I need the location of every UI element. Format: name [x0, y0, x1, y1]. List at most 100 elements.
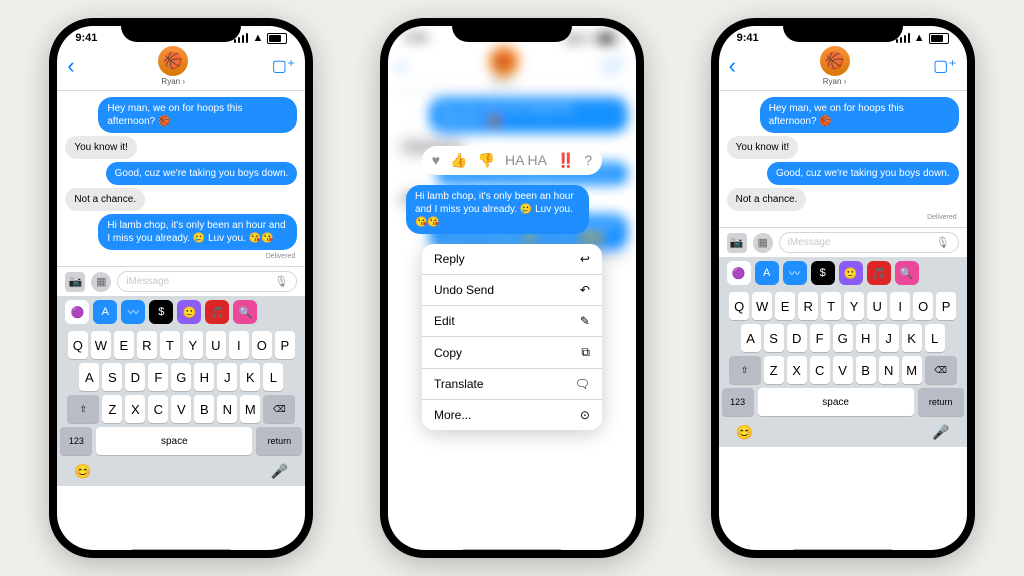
key-D[interactable]: D [787, 324, 807, 352]
back-button[interactable]: ‹ [729, 53, 736, 79]
facetime-button[interactable]: ▢⁺ [272, 56, 296, 76]
key-I[interactable]: I [229, 331, 249, 359]
contact-header[interactable]: 🏀 Ryan › [820, 46, 850, 86]
app-icon[interactable]: 〰 [783, 261, 807, 285]
message-bubble[interactable]: Hey man, we on for hoops this afternoon?… [98, 97, 297, 133]
key-J[interactable]: J [217, 363, 237, 391]
key-L[interactable]: L [925, 324, 945, 352]
key-X[interactable]: X [125, 395, 145, 423]
message-bubble[interactable]: Hi lamb chop, it's only been an hour and… [98, 214, 297, 250]
key-shift[interactable]: ⇧ [67, 395, 99, 423]
message-bubble[interactable]: Good, cuz we're taking you boys down. [767, 162, 959, 185]
message-bubble[interactable]: You know it! [65, 136, 137, 159]
app-icon[interactable]: 🙂 [177, 300, 201, 324]
app-icon[interactable]: 🎵 [205, 300, 229, 324]
message-bubble[interactable]: Good, cuz we're taking you boys down. [106, 162, 298, 185]
key-M[interactable]: M [240, 395, 260, 423]
app-icon[interactable]: A [93, 300, 117, 324]
key-A[interactable]: A [741, 324, 761, 352]
key-R[interactable]: R [137, 331, 157, 359]
apps-button[interactable]: ▦ [753, 233, 773, 253]
key-Y[interactable]: Y [844, 292, 864, 320]
key-B[interactable]: B [194, 395, 214, 423]
key-Z[interactable]: Z [764, 356, 784, 384]
key-S[interactable]: S [102, 363, 122, 391]
app-icon[interactable]: 🔍 [895, 261, 919, 285]
mic-icon[interactable]: 🎙 [274, 275, 288, 288]
tapback-option[interactable]: 👎 [478, 152, 495, 169]
key-K[interactable]: K [240, 363, 260, 391]
key-emoji[interactable]: 😊 [736, 424, 753, 441]
key-A[interactable]: A [79, 363, 99, 391]
key-dictation[interactable]: 🎤 [271, 463, 288, 480]
tapback-option[interactable]: ♥ [432, 152, 440, 169]
message-bubble[interactable]: You know it! [727, 136, 799, 159]
message-input[interactable]: iMessage 🎙 [117, 271, 297, 292]
key-C[interactable]: C [810, 356, 830, 384]
app-icon[interactable]: 🔍 [233, 300, 257, 324]
app-icon[interactable]: $ [811, 261, 835, 285]
app-icon[interactable]: 🎵 [867, 261, 891, 285]
back-button[interactable]: ‹ [67, 53, 74, 79]
key-P[interactable]: P [275, 331, 295, 359]
key-N[interactable]: N [217, 395, 237, 423]
focused-message-bubble[interactable]: Hi lamb chop, it's only been an hour and… [406, 185, 589, 234]
key-W[interactable]: W [91, 331, 111, 359]
key-dictation[interactable]: 🎤 [932, 424, 949, 441]
key-K[interactable]: K [902, 324, 922, 352]
key-H[interactable]: H [194, 363, 214, 391]
key-E[interactable]: E [775, 292, 795, 320]
app-icon[interactable]: A [755, 261, 779, 285]
key-emoji[interactable]: 😊 [74, 463, 91, 480]
menu-item-more-[interactable]: More...⊙ [422, 400, 602, 430]
key-123[interactable]: 123 [722, 388, 754, 416]
key-return[interactable]: return [918, 388, 964, 416]
key-O[interactable]: O [913, 292, 933, 320]
menu-item-translate[interactable]: Translate🗨 [422, 369, 602, 400]
key-Q[interactable]: Q [68, 331, 88, 359]
tapback-option[interactable]: 👍 [450, 152, 467, 169]
key-M[interactable]: M [902, 356, 922, 384]
camera-button[interactable]: 📷 [65, 272, 85, 292]
message-bubble[interactable]: Hey man, we on for hoops this afternoon?… [760, 97, 959, 133]
key-V[interactable]: V [171, 395, 191, 423]
app-icon[interactable]: $ [149, 300, 173, 324]
tapback-option[interactable]: HA HA [505, 152, 547, 169]
tapback-option[interactable]: ? [584, 152, 592, 169]
key-J[interactable]: J [879, 324, 899, 352]
key-V[interactable]: V [833, 356, 853, 384]
mic-icon[interactable]: 🎙 [936, 236, 950, 249]
key-P[interactable]: P [936, 292, 956, 320]
menu-item-reply[interactable]: Reply↩ [422, 244, 602, 275]
key-T[interactable]: T [821, 292, 841, 320]
key-Z[interactable]: Z [102, 395, 122, 423]
key-space[interactable]: space [758, 388, 914, 416]
key-space[interactable]: space [96, 427, 252, 455]
key-X[interactable]: X [787, 356, 807, 384]
key-delete[interactable]: ⌫ [925, 356, 957, 384]
key-return[interactable]: return [256, 427, 302, 455]
app-icon[interactable]: 🙂 [839, 261, 863, 285]
key-G[interactable]: G [833, 324, 853, 352]
key-F[interactable]: F [810, 324, 830, 352]
key-D[interactable]: D [125, 363, 145, 391]
menu-item-undo-send[interactable]: Undo Send↶ [422, 275, 602, 306]
key-C[interactable]: C [148, 395, 168, 423]
key-Y[interactable]: Y [183, 331, 203, 359]
message-input[interactable]: iMessage 🎙 [779, 232, 959, 253]
key-R[interactable]: R [798, 292, 818, 320]
menu-item-copy[interactable]: Copy⧉ [422, 337, 602, 369]
app-icon[interactable]: 🟣 [65, 300, 89, 324]
key-F[interactable]: F [148, 363, 168, 391]
key-delete[interactable]: ⌫ [263, 395, 295, 423]
key-T[interactable]: T [160, 331, 180, 359]
key-123[interactable]: 123 [60, 427, 92, 455]
key-O[interactable]: O [252, 331, 272, 359]
key-E[interactable]: E [114, 331, 134, 359]
key-I[interactable]: I [890, 292, 910, 320]
key-Q[interactable]: Q [729, 292, 749, 320]
key-B[interactable]: B [856, 356, 876, 384]
apps-button[interactable]: ▦ [91, 272, 111, 292]
app-icon[interactable]: 〰 [121, 300, 145, 324]
key-U[interactable]: U [867, 292, 887, 320]
